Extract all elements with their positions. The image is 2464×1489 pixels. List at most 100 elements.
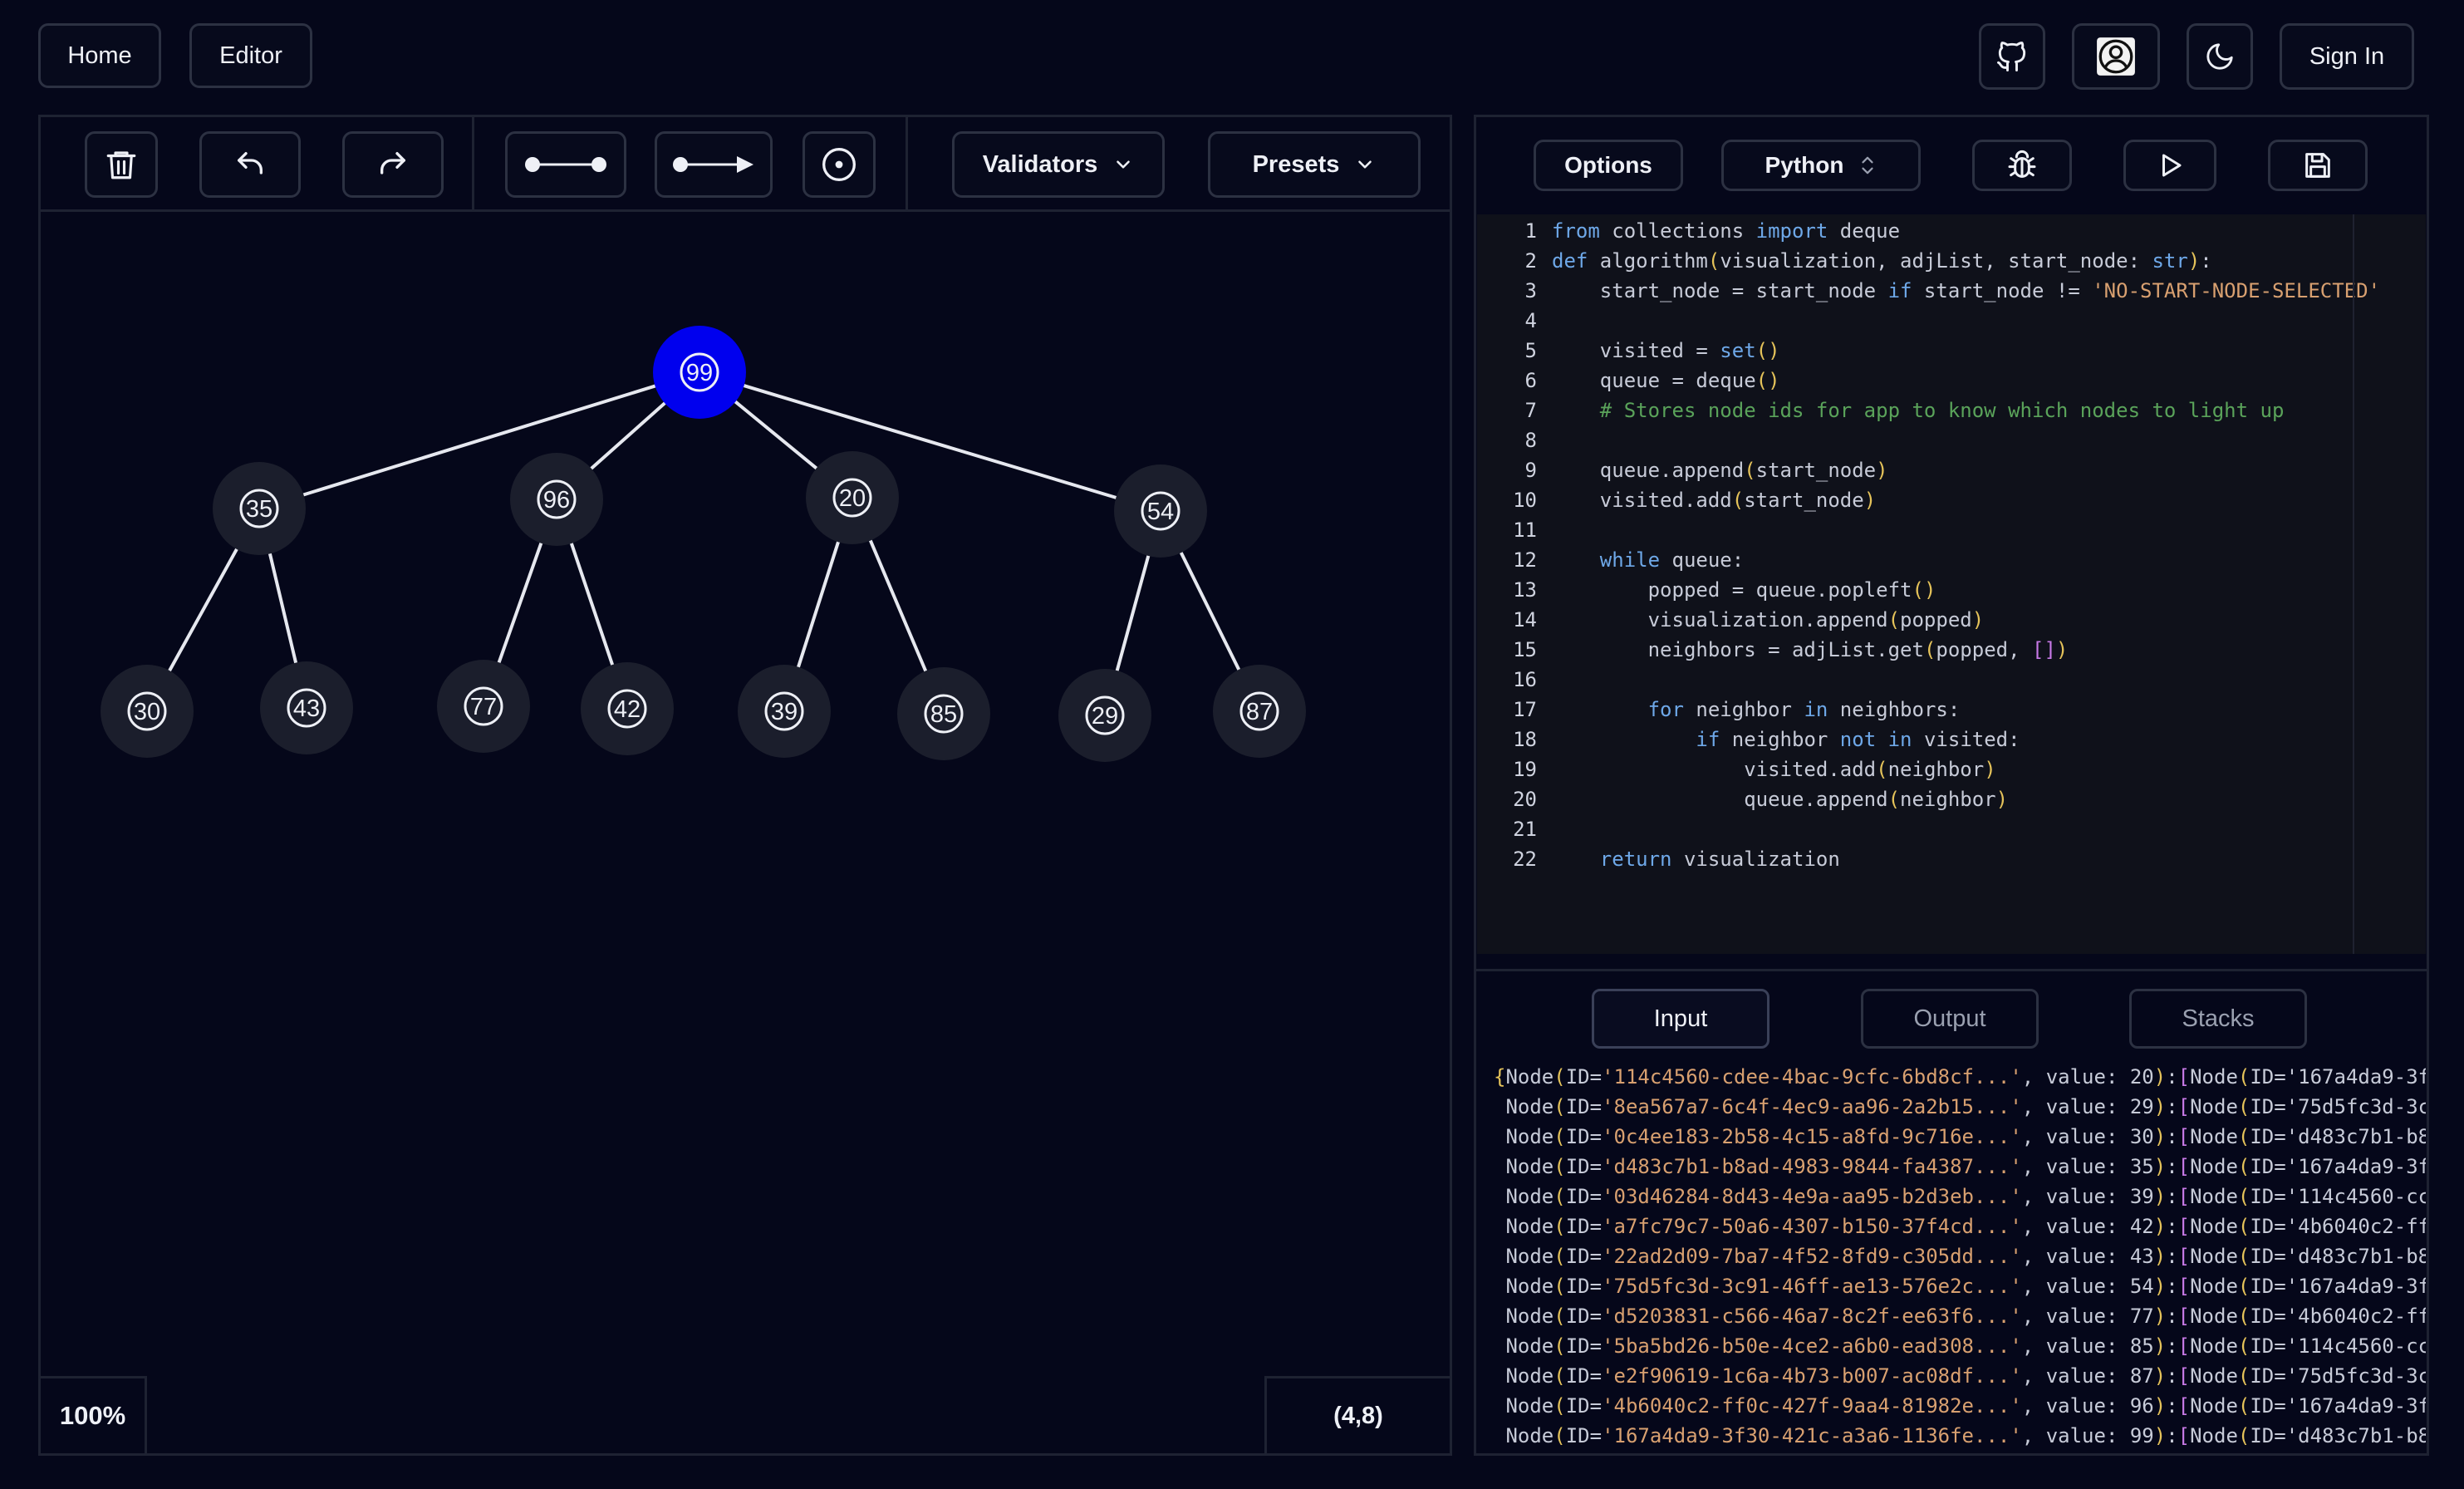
code-line[interactable]: 15 neighbors = adjList.get(popped, []) [1477, 635, 2426, 665]
github-button[interactable] [1979, 23, 2045, 90]
editor-divider [1476, 969, 2427, 971]
debug-button[interactable] [1972, 140, 2072, 191]
code-line[interactable]: 19 visited.add(neighbor) [1477, 754, 2426, 784]
graph-edge[interactable] [258, 371, 700, 510]
code-line[interactable]: 22 return visualization [1477, 844, 2426, 874]
code-line[interactable]: 1 from collections import deque [1477, 216, 2426, 246]
code-line[interactable]: 18 if neighbor not in visited: [1477, 725, 2426, 754]
code-line[interactable]: 10 visited.add(start_node) [1477, 485, 2426, 515]
tab-input[interactable]: Input [1592, 989, 1769, 1049]
graph-node[interactable]: 29 [1058, 669, 1151, 762]
add-node-button[interactable] [803, 131, 876, 198]
editor-button[interactable]: Editor [189, 23, 312, 88]
code-editor[interactable]: 1 from collections import deque 2 def algor… [1477, 214, 2426, 954]
node-label: 87 [1246, 699, 1273, 725]
node-label: 39 [771, 699, 798, 725]
line-number: 20 [1513, 788, 1537, 811]
directed-edge-icon [673, 156, 753, 173]
input-row: {Node(ID='114c4560-cdee-4bac-9cfc-6bd8cf… [1494, 1065, 2426, 1088]
line-number: 1 [1524, 219, 1537, 243]
code-text: queue = deque() [1552, 369, 1780, 392]
sign-in-button[interactable]: Sign In [2280, 23, 2414, 90]
directed-edge-button[interactable] [655, 131, 773, 198]
undirected-edge-button[interactable] [505, 131, 626, 198]
code-line[interactable]: 12 while queue: [1477, 545, 2426, 575]
graph-node[interactable]: 30 [101, 665, 194, 758]
code-line[interactable]: 21 [1477, 814, 2426, 844]
language-label: Python [1765, 152, 1844, 178]
line-number: 15 [1513, 638, 1537, 661]
line-number: 3 [1524, 279, 1537, 302]
undo-button[interactable] [199, 131, 301, 198]
line-number: 12 [1513, 548, 1537, 572]
code-text: def algorithm(visualization, adjList, st… [1552, 249, 2212, 273]
profile-button[interactable] [2072, 23, 2160, 90]
code-line[interactable]: 4 [1477, 306, 2426, 336]
code-text: visited = set() [1552, 339, 1780, 362]
validators-label: Validators [982, 150, 1098, 178]
node-label: 30 [134, 699, 160, 725]
code-text: for neighbor in neighbors: [1647, 698, 1961, 721]
code-line[interactable]: 3 start_node = start_node if start_node … [1477, 276, 2426, 306]
code-line[interactable]: 5 visited = set() [1477, 336, 2426, 366]
run-button[interactable] [2123, 140, 2216, 191]
tab-input-label: Input [1653, 1005, 1708, 1032]
input-row: Node(ID='22ad2d09-7ba7-4f52-8fd9-c305dd.… [1494, 1245, 2426, 1268]
undo-icon [238, 152, 263, 174]
tab-stacks[interactable]: Stacks [2129, 989, 2307, 1049]
graph-node[interactable]: 42 [581, 662, 674, 755]
node-label: 29 [1092, 703, 1118, 730]
code-text: neighbors = adjList.get(popped, []) [1552, 638, 2069, 661]
graph-svg[interactable]: 99 35 96 20 54 30 43 77 42 39 85 29 87 [41, 214, 1450, 1453]
graph-canvas[interactable]: 99 35 96 20 54 30 43 77 42 39 85 29 87 [41, 214, 1450, 1453]
home-button[interactable]: Home [38, 23, 161, 88]
graph-node[interactable]: 87 [1213, 665, 1306, 758]
graph-node[interactable]: 39 [738, 665, 831, 758]
graph-node[interactable]: 99 [653, 326, 746, 419]
options-button[interactable]: Options [1534, 140, 1683, 191]
code-line[interactable]: 9 queue.append(start_node) [1477, 455, 2426, 485]
line-number: 5 [1524, 339, 1537, 362]
save-button[interactable] [2268, 140, 2368, 191]
tab-output[interactable]: Output [1861, 989, 2039, 1049]
graph-edge[interactable] [699, 371, 1161, 513]
presets-dropdown[interactable]: Presets [1208, 131, 1421, 198]
input-view[interactable]: {Node(ID='114c4560-cdee-4bac-9cfc-6bd8cf… [1477, 1062, 2426, 1449]
line-number: 14 [1513, 608, 1537, 631]
validators-dropdown[interactable]: Validators [952, 131, 1165, 198]
code-text: if neighbor not in visited: [1696, 728, 2020, 751]
input-row: Node(ID='4b6040c2-ff0c-427f-9aa4-81982e.… [1494, 1394, 2426, 1418]
code-text: queue.append(neighbor) [1552, 788, 2009, 811]
code-line[interactable]: 2 def algorithm(visualization, adjList, s… [1477, 246, 2426, 276]
code-line[interactable]: 13 popped = queue.popleft() [1477, 575, 2426, 605]
code-line[interactable]: 8 [1477, 425, 2426, 455]
line-number: 7 [1524, 399, 1537, 422]
theme-toggle-button[interactable] [2187, 23, 2253, 90]
line-number: 2 [1524, 249, 1537, 273]
github-icon [1997, 42, 2026, 71]
code-line[interactable]: 16 [1477, 665, 2426, 695]
code-line[interactable]: 14 visualization.append(popped) [1477, 605, 2426, 635]
code-line[interactable]: 6 queue = deque() [1477, 366, 2426, 396]
code-text: from collections import deque [1552, 219, 1901, 243]
save-icon [2305, 153, 2330, 178]
code-text: while queue: [1599, 548, 1745, 572]
code-line[interactable]: 7 # Stores node ids for app to know whic… [1477, 396, 2426, 425]
language-select[interactable]: Python [1721, 140, 1921, 191]
clear-graph-button[interactable] [85, 131, 158, 198]
toolbar-divider [906, 117, 908, 212]
redo-button[interactable] [342, 131, 444, 198]
chevron-updown-icon [1862, 156, 1874, 174]
graph-node[interactable]: 96 [510, 453, 603, 546]
graph-node[interactable]: 77 [437, 660, 530, 753]
code-line[interactable]: 17 for neighbor in neighbors: [1477, 695, 2426, 725]
graph-node[interactable]: 20 [806, 451, 899, 544]
code-line[interactable]: 20 queue.append(neighbor) [1477, 784, 2426, 814]
graph-node[interactable]: 85 [897, 667, 990, 760]
zoom-indicator: 100% [41, 1376, 147, 1453]
undirected-edge-icon [525, 157, 606, 172]
code-line[interactable]: 11 [1477, 515, 2426, 545]
graph-node[interactable]: 54 [1114, 464, 1207, 558]
graph-node[interactable]: 35 [213, 462, 306, 555]
graph-node[interactable]: 43 [260, 661, 353, 754]
